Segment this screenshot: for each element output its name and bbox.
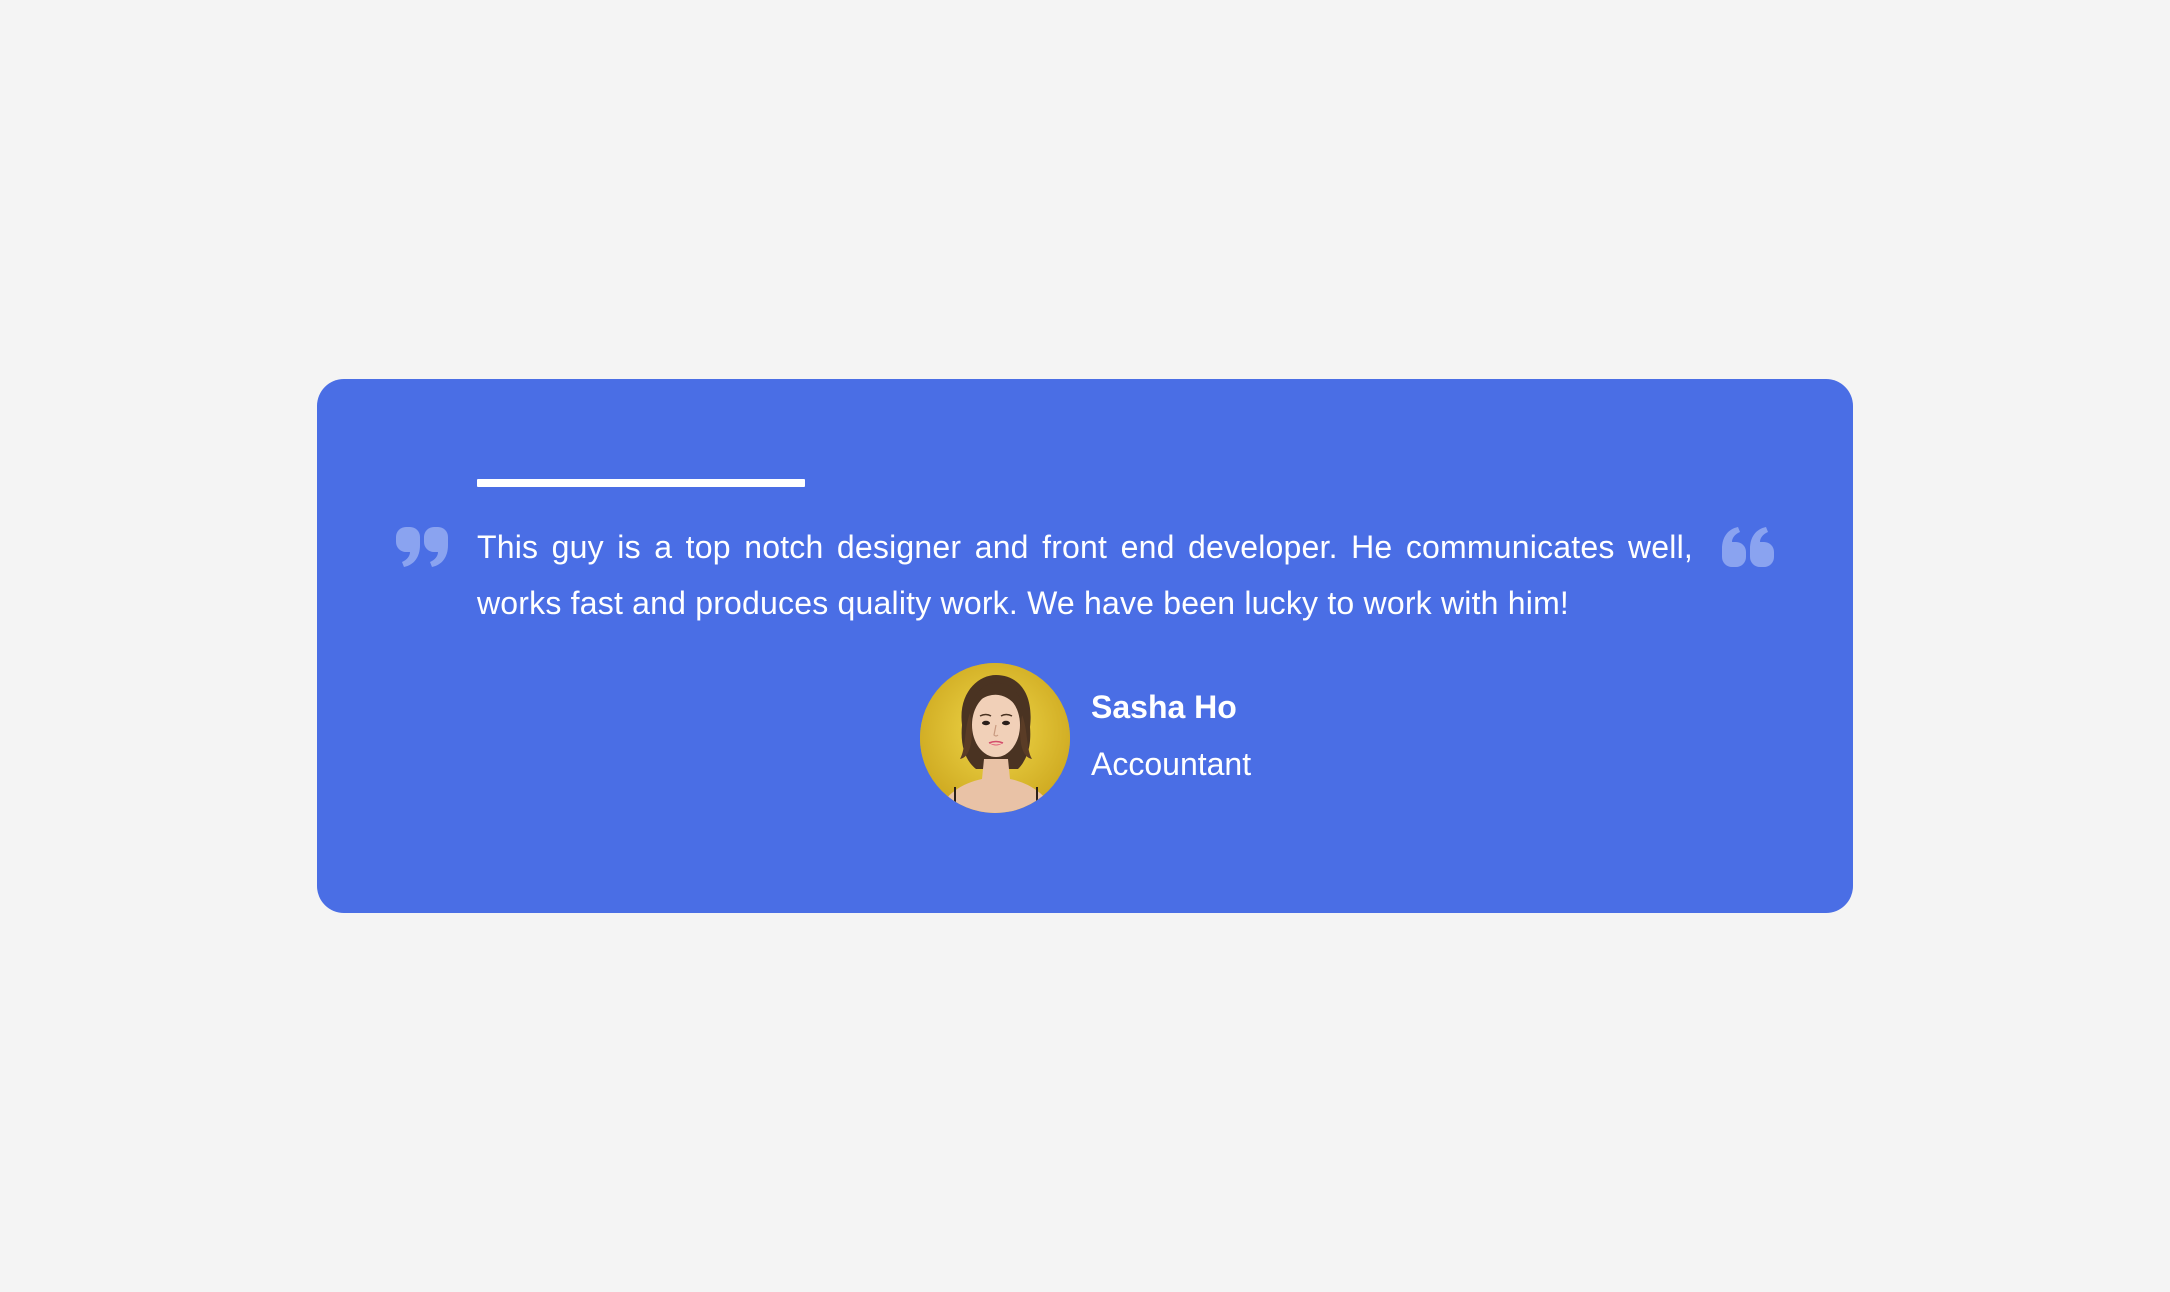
quote-right-icon: [396, 527, 448, 567]
author-block: Sasha Ho Accountant: [920, 663, 1251, 813]
progress-bar: [477, 479, 1693, 487]
testimonial-text: This guy is a top notch designer and fro…: [477, 529, 1693, 621]
quote-left-icon: [1722, 527, 1774, 567]
author-name: Sasha Ho: [1091, 688, 1237, 725]
progress-bar-fill: [477, 479, 805, 487]
author-info: Sasha Ho Accountant: [1091, 689, 1252, 784]
testimonial-card: This guy is a top notch designer and fro…: [317, 379, 1853, 913]
author-role: Accountant: [1091, 745, 1252, 782]
avatar: [920, 663, 1070, 813]
